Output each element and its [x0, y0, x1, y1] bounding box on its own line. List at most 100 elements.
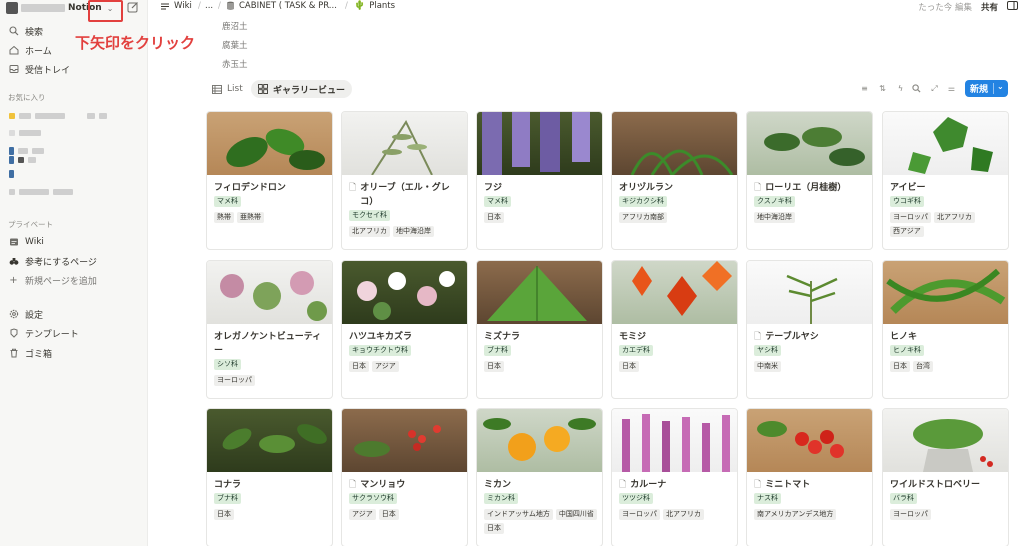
gallery-card[interactable]: フィロデンドロン マメ科 熱帯 亜熱帯: [206, 111, 333, 250]
card-cover-image: [477, 112, 602, 175]
sidebar-item-home[interactable]: ホーム: [8, 42, 52, 58]
share-button[interactable]: 共有: [981, 1, 998, 13]
soil-item[interactable]: 鹿沼土: [222, 20, 248, 32]
favorite-item[interactable]: [9, 112, 107, 120]
document-icon: 🗋: [754, 332, 762, 342]
region-tags: ヨーロッパ 北アフリカ: [619, 509, 735, 520]
gallery-card[interactable]: 🗋 カルーナ ツツジ科 ヨーロッパ 北アフリカ: [611, 408, 738, 546]
card-cover-image: [207, 112, 332, 175]
tab-gallery-view[interactable]: ギャラリービュー: [251, 80, 353, 98]
family-tags: ヤシ科: [754, 345, 870, 356]
family-tag: ウコギ科: [890, 196, 924, 207]
new-button[interactable]: 新規 ⌄: [965, 80, 1008, 97]
gallery-card[interactable]: 🗋 テーブルヤシ ヤシ科 中南米: [746, 260, 873, 399]
card-cover-image: [477, 261, 602, 324]
card-title: ミカン: [484, 478, 597, 492]
gallery-card[interactable]: フジ マメ科 日本: [476, 111, 603, 250]
family-tags: バラ科: [890, 493, 1006, 504]
gallery-card[interactable]: モミジ カエデ科 日本: [611, 260, 738, 399]
sidebar-toggle-icon[interactable]: [1007, 1, 1018, 13]
card-title: コナラ: [214, 478, 327, 492]
region-tag: 日本: [619, 361, 639, 372]
card-cover-image: [883, 112, 1008, 175]
card-title: フィロデンドロン: [214, 181, 327, 195]
breadcrumb-plants[interactable]: 🌵 Plants: [354, 1, 395, 11]
family-tags: ナス科: [754, 493, 870, 504]
card-title-text: オリヅルラン: [619, 183, 674, 193]
gallery-card[interactable]: アイビー ウコギ科 ヨーロッパ 北アフリカ 西アジア: [882, 111, 1009, 250]
gallery-card[interactable]: ヒノキ ヒノキ科 日本 台湾: [882, 260, 1009, 399]
favorite-item[interactable]: [9, 147, 44, 155]
document-icon: 🗋: [619, 480, 627, 490]
template-icon: [8, 328, 19, 339]
region-tag: 西アジア: [890, 226, 924, 237]
breadcrumb-label: Plants: [369, 1, 396, 11]
expand-icon[interactable]: ⤢: [930, 84, 939, 93]
gallery-card[interactable]: 🗋 ミニトマト ナス科 南アメリカアンデス地方: [746, 408, 873, 546]
favorite-item[interactable]: [9, 170, 14, 178]
region-tag: ヨーロッパ: [890, 212, 931, 223]
favorite-item[interactable]: [9, 188, 73, 196]
region-tags: 日本 アジア: [349, 361, 465, 372]
card-cover-image: [342, 409, 467, 472]
card-cover-image: [207, 409, 332, 472]
gallery-card[interactable]: オリヅルラン キジカクシ科 アフリカ南部: [611, 111, 738, 250]
settings-sliders-icon[interactable]: ⚌: [947, 84, 956, 93]
card-title-text: ミズナラ: [484, 332, 521, 342]
search-icon[interactable]: [912, 84, 921, 93]
region-tag: 熱帯: [214, 212, 234, 223]
breadcrumb-wiki[interactable]: Wiki: [160, 1, 192, 11]
automation-icon[interactable]: ϟ: [896, 84, 905, 93]
gallery-card[interactable]: コナラ ブナ科 日本: [206, 408, 333, 546]
gallery-card[interactable]: オレガノケントビューティー シソ科 ヨーロッパ: [206, 260, 333, 399]
breadcrumb-ellipsis[interactable]: ...: [205, 1, 213, 11]
gallery-card[interactable]: 🗋 ローリエ（月桂樹） クスノキ科 地中海沿岸: [746, 111, 873, 250]
sidebar-item-wiki[interactable]: Wiki: [8, 234, 44, 250]
region-tags: 日本: [484, 212, 600, 223]
family-tags: ツツジ科: [619, 493, 735, 504]
family-tags: ヒノキ科: [890, 345, 1006, 356]
region-tag: ヨーロッパ: [890, 509, 931, 520]
card-title-text: フジ: [484, 183, 503, 193]
sidebar-item-settings[interactable]: 設定: [8, 306, 43, 322]
tab-list-view[interactable]: List: [205, 80, 250, 98]
region-tags: 北アフリカ 地中海沿岸: [349, 226, 465, 237]
sort-icon[interactable]: ⇅: [878, 84, 887, 93]
favorite-item[interactable]: [9, 129, 41, 137]
gallery-card[interactable]: ワイルドストロベリー バラ科 ヨーロッパ: [882, 408, 1009, 546]
sidebar-item-inbox[interactable]: 受信トレイ: [8, 61, 70, 77]
card-title-text: ヒノキ: [890, 332, 918, 342]
workspace-switcher[interactable]: Notion ⌄: [6, 1, 144, 15]
gallery-card[interactable]: ミズナラ ブナ科 日本: [476, 260, 603, 399]
breadcrumb-cabinet[interactable]: CABINET ( TASK & PR...: [226, 1, 337, 11]
last-edited-text: たった今 編集: [918, 3, 972, 13]
new-page-icon[interactable]: [127, 1, 139, 13]
card-cover-image: [612, 261, 737, 324]
gallery-card[interactable]: ミカン ミカン科 インドアッサム地方 中国四川省 日本: [476, 408, 603, 546]
sidebar-item-templates[interactable]: テンプレート: [8, 325, 79, 341]
sidebar-item-reference-pages[interactable]: 参考にするページ: [8, 253, 97, 269]
gallery-card[interactable]: 🗋 マンリョウ サクラソウ科 アジア 日本: [341, 408, 468, 546]
gallery-card[interactable]: 🗋 オリーブ（エル・グレコ） モクセイ科 北アフリカ 地中海沿岸: [341, 111, 468, 250]
gallery-card[interactable]: ハツユキカズラ キョウチクトウ科 日本 アジア: [341, 260, 468, 399]
favorite-item[interactable]: [9, 156, 36, 164]
chevron-down-icon[interactable]: ⌄: [997, 82, 1004, 91]
plus-icon: +: [9, 274, 18, 286]
card-cover-image: [477, 409, 602, 472]
card-cover-image: [342, 261, 467, 324]
card-title: ミズナラ: [484, 330, 597, 344]
region-tag: アジア: [349, 509, 376, 520]
card-title: モミジ: [619, 330, 732, 344]
soil-item[interactable]: 赤玉土: [222, 58, 248, 70]
soil-item[interactable]: 腐葉土: [222, 39, 248, 51]
region-tag: 日本: [890, 361, 910, 372]
card-cover-image: [207, 261, 332, 324]
sidebar-item-trash[interactable]: ゴミ箱: [8, 345, 52, 361]
sidebar-item-search[interactable]: 検索: [8, 23, 43, 39]
card-title-text: ミニトマト: [765, 480, 811, 490]
filter-icon[interactable]: ≡: [860, 84, 869, 93]
region-tag: 日本: [484, 523, 504, 534]
sidebar-item-add-page[interactable]: + 新規ページを追加: [8, 272, 97, 288]
family-tags: ウコギ科: [890, 196, 1006, 207]
card-cover-image: [747, 112, 872, 175]
